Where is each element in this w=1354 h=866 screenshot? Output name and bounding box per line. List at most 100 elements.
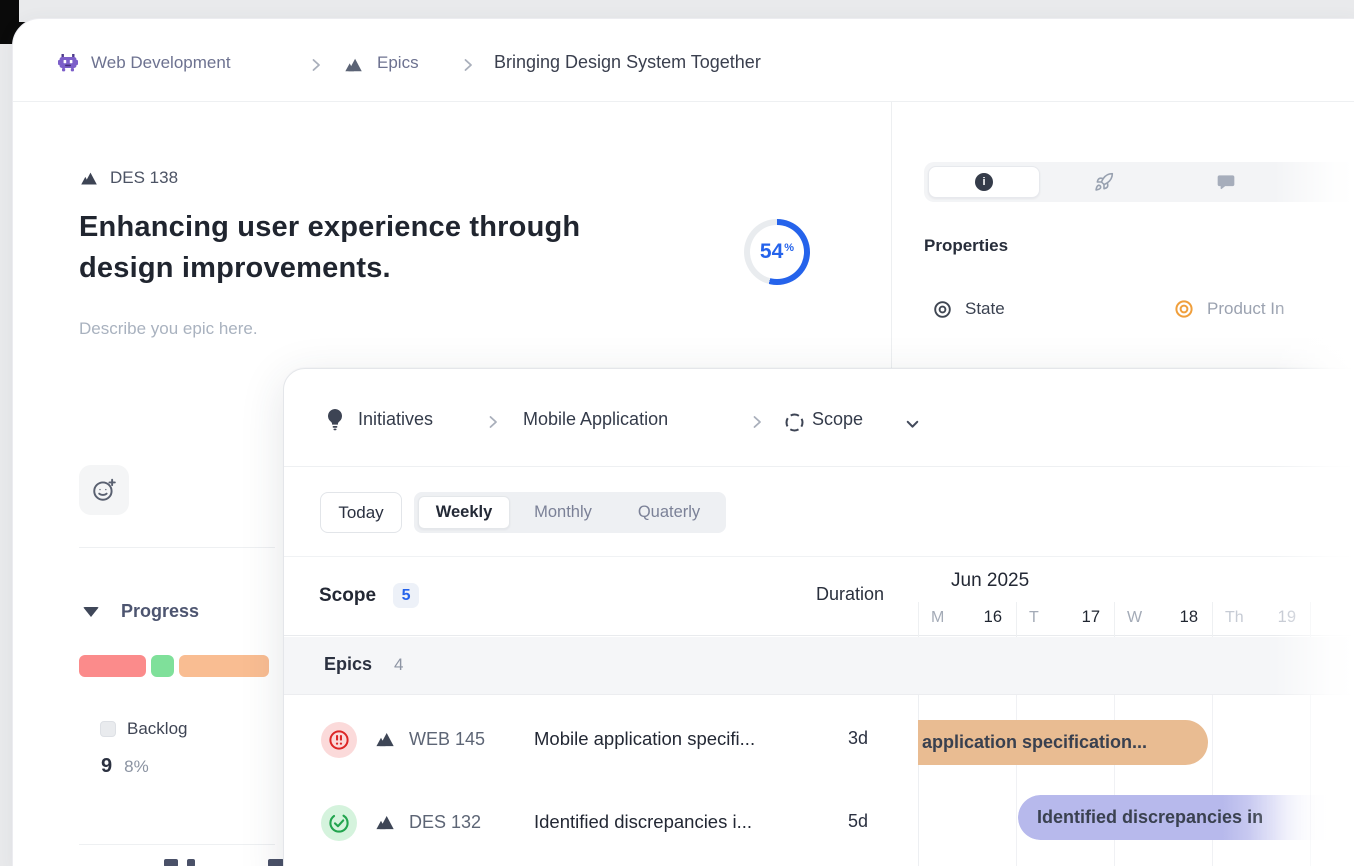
- modal-breadcrumb-project[interactable]: Mobile Application: [523, 409, 668, 430]
- day-header-cell: M 16: [919, 602, 1017, 637]
- progress-unit: %: [784, 242, 794, 254]
- clipped-text-fragment: [268, 859, 284, 866]
- smiley-plus-icon: [91, 477, 117, 503]
- add-reaction-button[interactable]: [79, 465, 129, 515]
- property-state-value[interactable]: Product In: [1174, 299, 1285, 319]
- gantt-bar[interactable]: application specification...: [918, 720, 1208, 765]
- modal-breadcrumb-root[interactable]: Initiatives: [358, 409, 433, 430]
- backlog-swatch-icon: [100, 721, 116, 737]
- modal-breadcrumb-view[interactable]: Scope: [812, 409, 863, 430]
- epic-mountain-icon: [79, 169, 98, 188]
- epic-description-placeholder[interactable]: Describe you epic here.: [79, 319, 258, 339]
- done-state-icon: [321, 805, 357, 841]
- comment-icon[interactable]: [1216, 172, 1236, 192]
- breadcrumb-project[interactable]: Web Development: [91, 53, 231, 73]
- epics-group-count: 4: [394, 655, 403, 675]
- row-duration: 5d: [848, 811, 868, 832]
- gantt-body: Epics 4 WEB 145 Mobile applic: [284, 637, 1354, 866]
- day-of-week: W: [1127, 609, 1142, 627]
- progress-segment-peach: [179, 655, 269, 677]
- duration-column-header: Duration: [744, 584, 884, 605]
- progress-distribution-bar: [79, 655, 269, 677]
- state-label: State: [965, 299, 1005, 319]
- backlog-count: 9: [101, 755, 112, 778]
- day-date: 19: [1278, 608, 1296, 627]
- backlog-label: Backlog: [127, 719, 187, 739]
- scope-target-icon: [784, 412, 805, 433]
- scope-column-header: Scope: [319, 585, 376, 607]
- day-header-cell: Th 19: [1213, 602, 1311, 637]
- clipped-text-fragment: [187, 859, 195, 866]
- epic-mountain-icon: [343, 55, 363, 75]
- screen: Web Development Epics Bringing Design Sy…: [0, 0, 1354, 866]
- view-quaterly[interactable]: Quaterly: [616, 496, 722, 529]
- day-of-week: Th: [1225, 609, 1244, 627]
- info-icon: i: [975, 173, 993, 191]
- day-date: 16: [984, 608, 1002, 627]
- backlog-percent: 8%: [124, 757, 149, 777]
- section-divider: [79, 547, 275, 548]
- modal-header-divider: [284, 466, 1354, 467]
- gantt-bar[interactable]: Identified discrepancies in: [1018, 795, 1348, 840]
- progress-section-header[interactable]: Progress: [83, 601, 199, 622]
- chevron-right-icon: [485, 414, 501, 430]
- project-monster-icon: [56, 52, 80, 76]
- breadcrumb: Web Development Epics Bringing Design Sy…: [13, 19, 1354, 101]
- epics-group-band[interactable]: Epics 4: [284, 637, 1354, 695]
- epic-title[interactable]: Enhancing user experience through design…: [79, 207, 659, 289]
- header-divider: [13, 101, 1354, 102]
- view-monthly[interactable]: Monthly: [510, 496, 616, 529]
- progress-value: 54: [760, 240, 783, 264]
- clipped-text-fragment: [164, 859, 178, 866]
- epics-group-label: Epics: [324, 654, 372, 675]
- rocket-icon[interactable]: [1094, 172, 1114, 192]
- breadcrumb-current-page: Bringing Design System Together: [494, 52, 761, 73]
- view-switcher: Weekly Monthly Quaterly: [414, 492, 726, 533]
- gantt-row[interactable]: DES 132 Identified discrepancies i... 5d…: [284, 778, 1354, 861]
- gantt-row[interactable]: WEB 145 Mobile application specifi... 3d…: [284, 695, 1354, 778]
- day-of-week: M: [931, 609, 944, 627]
- day-date: 18: [1180, 608, 1198, 627]
- row-identifier: DES 132: [409, 812, 481, 833]
- scope-count-badge: 5: [393, 583, 419, 608]
- epic-mountain-icon: [374, 729, 395, 750]
- backlog-legend-row: Backlog: [100, 719, 187, 739]
- today-button[interactable]: Today: [320, 492, 402, 533]
- epic-identifier: DES 138: [110, 168, 178, 188]
- progress-segment-red: [79, 655, 146, 677]
- row-title[interactable]: Identified discrepancies i...: [534, 811, 752, 833]
- section-divider: [79, 844, 275, 845]
- chevron-right-icon: [308, 57, 324, 73]
- property-state[interactable]: State: [933, 299, 1005, 319]
- row-duration: 3d: [848, 728, 868, 749]
- chevron-down-icon[interactable]: [904, 416, 921, 433]
- progress-section-label: Progress: [121, 601, 199, 622]
- bullseye-orange-icon: [1174, 299, 1194, 319]
- day-of-week: T: [1029, 609, 1039, 627]
- day-date: 17: [1082, 608, 1100, 627]
- state-value: Product In: [1207, 299, 1285, 319]
- epic-mountain-icon: [374, 812, 395, 833]
- chevron-right-icon: [749, 414, 765, 430]
- row-title[interactable]: Mobile application specifi...: [534, 728, 755, 750]
- state-circles-icon: [933, 300, 952, 319]
- day-header-cell: W 18: [1115, 602, 1213, 637]
- tab-info[interactable]: i: [928, 166, 1040, 198]
- side-panel-tab-bar: i: [924, 162, 1354, 202]
- epic-identifier-row: DES 138: [79, 168, 178, 188]
- month-header: Jun 2025: [951, 570, 1029, 592]
- backlog-stats: 9 8%: [101, 755, 149, 778]
- chevron-right-icon: [460, 57, 476, 73]
- blocked-state-icon: [321, 722, 357, 758]
- breadcrumb-section[interactable]: Epics: [377, 53, 419, 73]
- epic-progress-ring: 54 %: [744, 219, 810, 285]
- day-header-cell: T 17: [1017, 602, 1115, 637]
- gantt-header: Scope 5 Duration Jun 2025 M 16 T 17 W 18: [284, 556, 1354, 636]
- collapse-triangle-icon: [83, 607, 99, 617]
- initiative-bulb-icon: [323, 407, 347, 433]
- view-weekly[interactable]: Weekly: [418, 496, 510, 529]
- row-identifier: WEB 145: [409, 729, 485, 750]
- scope-timeline-modal: Initiatives Mobile Application Scope Tod…: [283, 368, 1354, 866]
- progress-segment-green: [151, 655, 174, 677]
- properties-heading: Properties: [924, 236, 1008, 256]
